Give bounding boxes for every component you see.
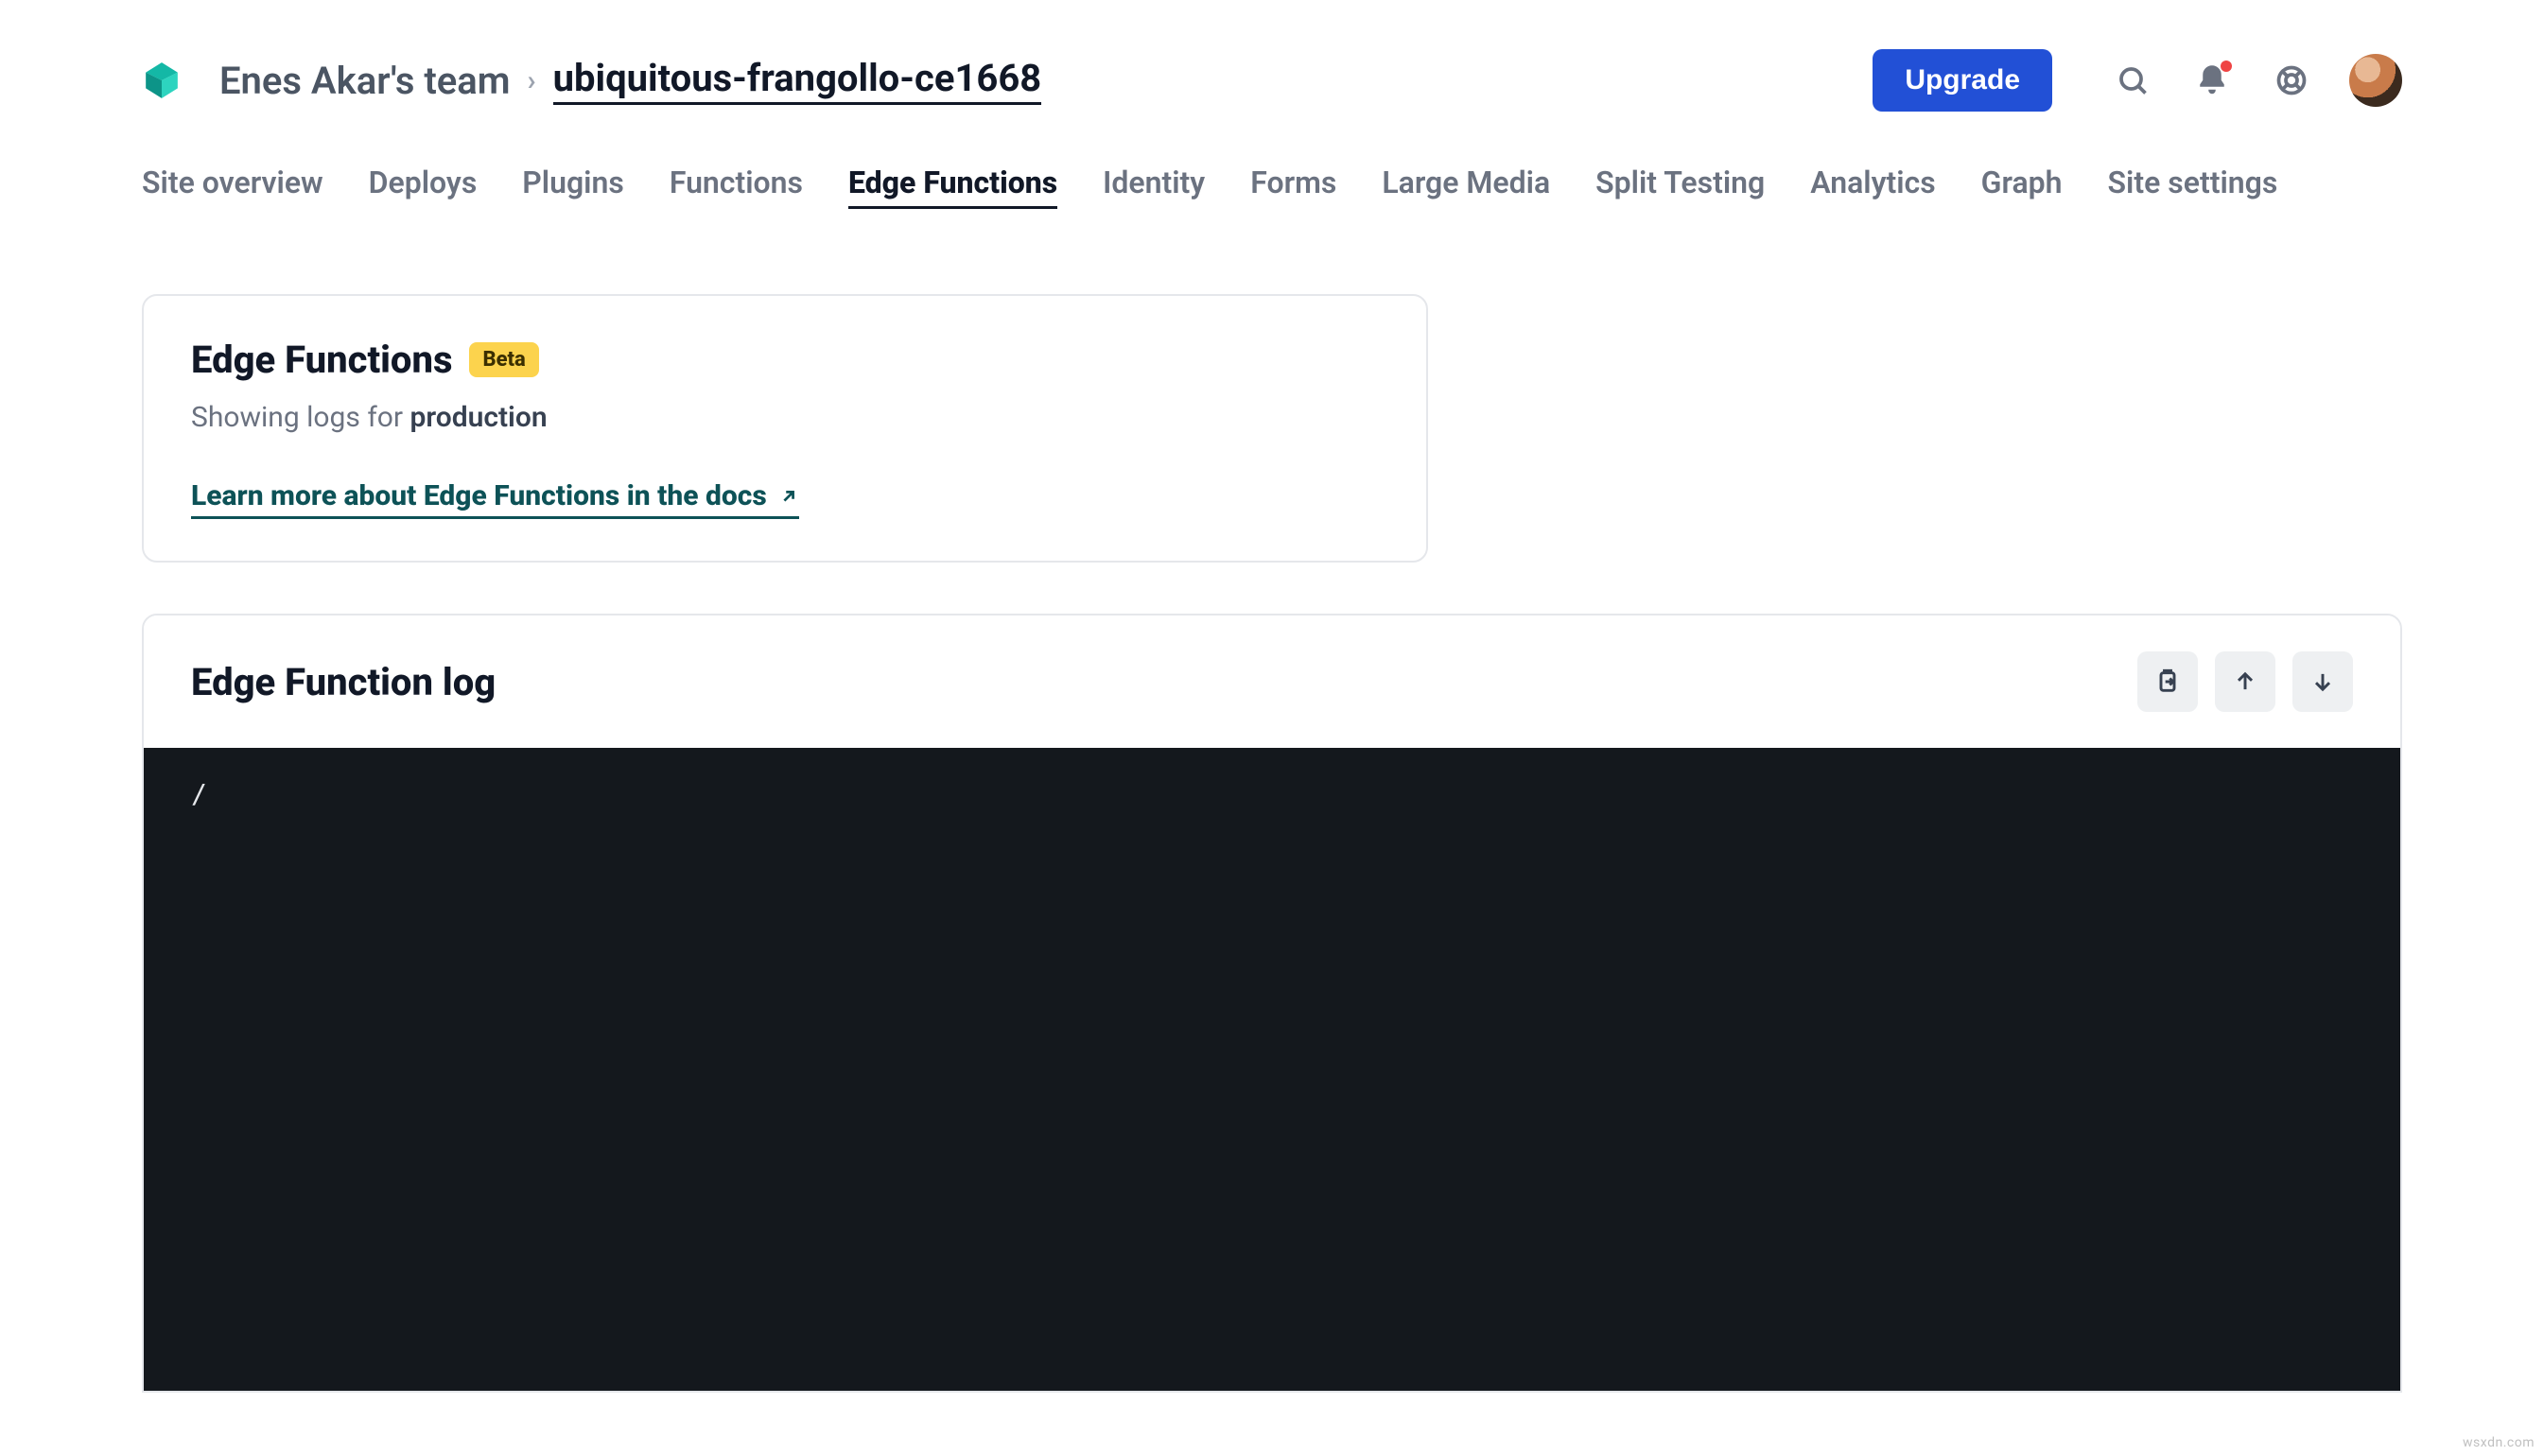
scroll-down-button[interactable]	[2292, 651, 2353, 712]
bell-icon[interactable]	[2187, 55, 2238, 106]
log-header: Edge Function log	[144, 615, 2400, 748]
tab-large-media[interactable]: Large Media	[1382, 165, 1550, 209]
edge-function-log-panel: Edge Function log /	[142, 614, 2402, 1393]
top-header: Enes Akar's team › ubiquitous-frangollo-…	[142, 38, 2402, 123]
card-sub-env: production	[409, 401, 547, 434]
tab-site-settings[interactable]: Site settings	[2108, 165, 2278, 209]
tab-analytics[interactable]: Analytics	[1810, 165, 1935, 209]
edge-functions-card: Edge Functions Beta Showing logs for pro…	[142, 294, 1428, 563]
tab-forms[interactable]: Forms	[1250, 165, 1336, 209]
tab-site-overview[interactable]: Site overview	[142, 165, 323, 209]
copy-log-button[interactable]	[2137, 651, 2198, 712]
user-avatar[interactable]	[2349, 54, 2402, 107]
arrow-up-icon	[2232, 668, 2258, 695]
lifebuoy-icon[interactable]	[2266, 55, 2317, 106]
tab-edge-functions[interactable]: Edge Functions	[848, 165, 1057, 209]
site-tabs: Site overview Deploys Plugins Functions …	[142, 165, 2402, 209]
breadcrumb-site[interactable]: ubiquitous-frangollo-ce1668	[553, 56, 1042, 105]
chevron-right-icon: ›	[528, 64, 536, 97]
beta-badge: Beta	[469, 342, 538, 377]
log-actions	[2137, 651, 2353, 712]
learn-more-link[interactable]: Learn more about Edge Functions in the d…	[191, 479, 799, 519]
tab-identity[interactable]: Identity	[1103, 165, 1205, 209]
tab-functions[interactable]: Functions	[670, 165, 803, 209]
notification-dot	[2221, 61, 2232, 72]
tab-plugins[interactable]: Plugins	[522, 165, 624, 209]
tab-split-testing[interactable]: Split Testing	[1595, 165, 1765, 209]
learn-more-label: Learn more about Edge Functions in the d…	[191, 479, 767, 512]
upgrade-button[interactable]: Upgrade	[1873, 49, 2052, 112]
card-sub-prefix: Showing logs for	[191, 401, 409, 434]
watermark: wsxdn.com	[2463, 1435, 2535, 1450]
clipboard-export-icon	[2154, 668, 2181, 695]
breadcrumb: Enes Akar's team › ubiquitous-frangollo-…	[219, 56, 1041, 105]
card-title: Edge Functions	[191, 338, 452, 382]
arrow-down-icon	[2309, 668, 2336, 695]
breadcrumb-team[interactable]: Enes Akar's team	[219, 59, 511, 103]
card-subtitle: Showing logs for production	[191, 401, 1379, 434]
tab-graph[interactable]: Graph	[1981, 165, 2063, 209]
external-link-icon	[778, 486, 799, 507]
log-title: Edge Function log	[191, 660, 2137, 704]
scroll-up-button[interactable]	[2215, 651, 2275, 712]
tab-deploys[interactable]: Deploys	[369, 165, 478, 209]
search-icon[interactable]	[2107, 55, 2158, 106]
log-output[interactable]: /	[144, 748, 2400, 1391]
netlify-logo-icon[interactable]	[142, 61, 182, 100]
